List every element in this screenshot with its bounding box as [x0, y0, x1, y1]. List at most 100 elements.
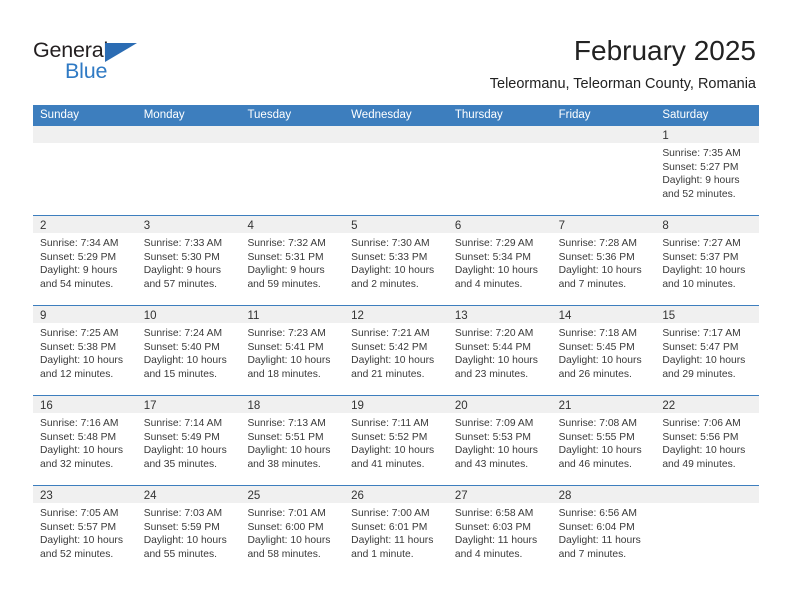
day-number-band: 21 [551, 396, 656, 413]
calendar-day-cell[interactable]: 18 Sunrise: 7:13 AM Sunset: 5:51 PM Dayligh… [240, 396, 345, 485]
calendar-week-row: 9 Sunrise: 7:25 AM Sunset: 5:38 PM Daylight… [33, 305, 760, 395]
day-sun-info: Sunrise: 7:06 AM Sunset: 5:56 PM Daylight:… [655, 413, 759, 471]
day-sun-info: Sunrise: 7:00 AM Sunset: 6:01 PM Daylight:… [344, 503, 448, 561]
calendar-day-cell[interactable]: 27 Sunrise: 6:58 AM Sunset: 6:03 PM Dayligh… [447, 486, 552, 575]
day-number-band: 13 [447, 306, 552, 323]
sunset-text: Sunset: 5:38 PM [40, 341, 117, 353]
day-number-band: 25 [240, 486, 345, 503]
daylight-text: Daylight: 10 hours and 4 minutes. [454, 265, 538, 290]
day-number-band: 2 [33, 216, 137, 233]
calendar-day-cell[interactable]: 24 Sunrise: 7:03 AM Sunset: 5:59 PM Dayligh… [136, 486, 241, 575]
calendar-day-cell-empty [655, 486, 760, 575]
day-number: 22 [662, 400, 676, 412]
day-number-band: 23 [33, 486, 137, 503]
day-number-band: 16 [33, 396, 137, 413]
calendar-day-cell[interactable]: 21 Sunrise: 7:08 AM Sunset: 5:55 PM Dayligh… [551, 396, 656, 485]
calendar-day-cell[interactable]: 15 Sunrise: 7:17 AM Sunset: 5:47 PM Dayligh… [655, 306, 760, 395]
calendar-day-cell[interactable]: 1 Sunrise: 7:35 AM Sunset: 5:27 PM Daylight… [655, 126, 760, 215]
calendar-day-cell[interactable]: 28 Sunrise: 6:56 AM Sunset: 6:04 PM Dayligh… [551, 486, 656, 575]
day-sun-info: Sunrise: 7:14 AM Sunset: 5:49 PM Daylight:… [137, 413, 241, 471]
day-number-band [136, 126, 241, 143]
day-number-band: 1 [655, 126, 760, 143]
sunrise-text: Sunrise: 7:05 AM [40, 508, 119, 519]
daylight-text: Daylight: 10 hours and 23 minutes. [454, 355, 538, 380]
calendar-day-cell[interactable]: 13 Sunrise: 7:20 AM Sunset: 5:44 PM Dayligh… [447, 306, 552, 395]
sunset-text: Sunset: 5:49 PM [143, 431, 220, 443]
calendar-day-cell[interactable]: 3 Sunrise: 7:33 AM Sunset: 5:30 PM Daylight… [136, 216, 241, 305]
calendar-day-cell[interactable]: 26 Sunrise: 7:00 AM Sunset: 6:01 PM Dayligh… [344, 486, 448, 575]
day-sun-info: Sunrise: 7:35 AM Sunset: 5:27 PM Daylight:… [655, 143, 759, 201]
day-number-band: 7 [551, 216, 656, 233]
daylight-text: Daylight: 9 hours and 52 minutes. [662, 175, 740, 200]
day-number-band: 26 [344, 486, 448, 503]
daylight-text: Daylight: 11 hours and 1 minute. [351, 535, 434, 560]
calendar-day-cell[interactable]: 5 Sunrise: 7:30 AM Sunset: 5:33 PM Daylight… [344, 216, 448, 305]
day-sun-info: Sunrise: 7:28 AM Sunset: 5:36 PM Daylight:… [552, 233, 656, 291]
calendar-day-cell[interactable]: 9 Sunrise: 7:25 AM Sunset: 5:38 PM Daylight… [33, 306, 137, 395]
calendar-day-cell[interactable]: 20 Sunrise: 7:09 AM Sunset: 5:53 PM Dayligh… [447, 396, 552, 485]
daylight-text: Daylight: 10 hours and 21 minutes. [351, 355, 435, 380]
day-sun-info: Sunrise: 7:25 AM Sunset: 5:38 PM Daylight:… [33, 323, 137, 381]
sunrise-text: Sunrise: 7:30 AM [351, 238, 430, 249]
sunrise-text: Sunrise: 7:18 AM [558, 328, 638, 339]
day-sun-info: Sunrise: 7:05 AM Sunset: 5:57 PM Daylight:… [33, 503, 137, 561]
sunset-text: Sunset: 5:48 PM [40, 431, 117, 443]
calendar-day-cell[interactable]: 4 Sunrise: 7:32 AM Sunset: 5:31 PM Daylight… [240, 216, 345, 305]
weekday-header-tuesday: Tuesday [247, 109, 292, 121]
calendar-day-cell[interactable]: 19 Sunrise: 7:11 AM Sunset: 5:52 PM Dayligh… [344, 396, 448, 485]
sunrise-text: Sunrise: 7:03 AM [143, 508, 223, 519]
day-sun-info: Sunrise: 7:03 AM Sunset: 5:59 PM Daylight:… [137, 503, 241, 561]
calendar-day-cell[interactable]: 12 Sunrise: 7:21 AM Sunset: 5:42 PM Dayligh… [344, 306, 448, 395]
day-number: 23 [40, 490, 53, 502]
brand-logo[interactable]: General Blue [33, 38, 193, 88]
day-number-band: 20 [447, 396, 552, 413]
calendar-day-cell[interactable]: 11 Sunrise: 7:23 AM Sunset: 5:41 PM Dayligh… [240, 306, 345, 395]
calendar-day-cell[interactable]: 23 Sunrise: 7:05 AM Sunset: 5:57 PM Dayligh… [33, 486, 137, 575]
calendar-day-cell-empty [240, 126, 345, 215]
sunset-text: Sunset: 5:40 PM [143, 341, 220, 353]
day-number: 26 [351, 490, 364, 502]
daylight-text: Daylight: 10 hours and 43 minutes. [454, 445, 538, 470]
sunset-text: Sunset: 5:30 PM [143, 251, 220, 263]
day-number-band: 12 [344, 306, 448, 323]
sunset-text: Sunset: 5:56 PM [662, 431, 739, 443]
sunrise-text: Sunrise: 7:33 AM [143, 238, 223, 249]
sunrise-text: Sunrise: 7:20 AM [454, 328, 534, 339]
day-number-band [655, 486, 760, 503]
sunrise-text: Sunrise: 7:32 AM [247, 238, 326, 249]
weekday-header-monday: Monday [143, 109, 185, 121]
calendar-day-cell[interactable]: 7 Sunrise: 7:28 AM Sunset: 5:36 PM Daylight… [551, 216, 656, 305]
sunrise-text: Sunrise: 7:06 AM [662, 418, 741, 429]
calendar-day-cell[interactable]: 8 Sunrise: 7:27 AM Sunset: 5:37 PM Daylight… [655, 216, 760, 305]
calendar-day-cell[interactable]: 16 Sunrise: 7:16 AM Sunset: 5:48 PM Dayligh… [33, 396, 137, 485]
day-sun-info: Sunrise: 7:32 AM Sunset: 5:31 PM Daylight:… [240, 233, 344, 291]
sunrise-text: Sunrise: 7:01 AM [247, 508, 326, 519]
sunset-text: Sunset: 5:27 PM [662, 161, 739, 173]
sunset-text: Sunset: 5:31 PM [247, 251, 324, 263]
calendar-week-row: 23 Sunrise: 7:05 AM Sunset: 5:57 PM Dayligh… [33, 485, 760, 575]
calendar-day-cell-empty [447, 126, 552, 215]
weekday-header-friday: Friday [558, 109, 591, 121]
day-sun-info: Sunrise: 7:09 AM Sunset: 5:53 PM Daylight:… [448, 413, 552, 471]
calendar-day-cell[interactable]: 14 Sunrise: 7:18 AM Sunset: 5:45 PM Dayligh… [551, 306, 656, 395]
calendar-day-cell[interactable]: 2 Sunrise: 7:34 AM Sunset: 5:29 PM Daylight… [33, 216, 137, 305]
daylight-text: Daylight: 10 hours and 46 minutes. [558, 445, 642, 470]
day-number: 21 [558, 400, 572, 412]
calendar-day-cell[interactable]: 6 Sunrise: 7:29 AM Sunset: 5:34 PM Daylight… [447, 216, 552, 305]
page-title: February 2025 [573, 35, 756, 66]
calendar-week-row: 2 Sunrise: 7:34 AM Sunset: 5:29 PM Daylight… [33, 215, 760, 305]
day-number: 3 [143, 220, 151, 232]
calendar-day-cell[interactable]: 10 Sunrise: 7:24 AM Sunset: 5:40 PM Dayligh… [136, 306, 241, 395]
day-number: 6 [454, 220, 462, 232]
weekday-header-sunday: Sunday [40, 109, 80, 121]
daylight-text: Daylight: 10 hours and 52 minutes. [40, 535, 123, 560]
day-sun-info: Sunrise: 6:58 AM Sunset: 6:03 PM Daylight:… [448, 503, 552, 561]
day-sun-info: Sunrise: 7:11 AM Sunset: 5:52 PM Daylight:… [344, 413, 448, 471]
calendar-day-cell[interactable]: 25 Sunrise: 7:01 AM Sunset: 6:00 PM Dayligh… [240, 486, 345, 575]
day-sun-info: Sunrise: 7:30 AM Sunset: 5:33 PM Daylight:… [344, 233, 448, 291]
calendar-day-cell[interactable]: 22 Sunrise: 7:06 AM Sunset: 5:56 PM Dayligh… [655, 396, 760, 485]
day-number: 9 [40, 310, 47, 322]
calendar-day-cell[interactable]: 17 Sunrise: 7:14 AM Sunset: 5:49 PM Dayligh… [136, 396, 241, 485]
day-number: 7 [558, 220, 565, 232]
sunset-text: Sunset: 5:55 PM [558, 431, 635, 443]
